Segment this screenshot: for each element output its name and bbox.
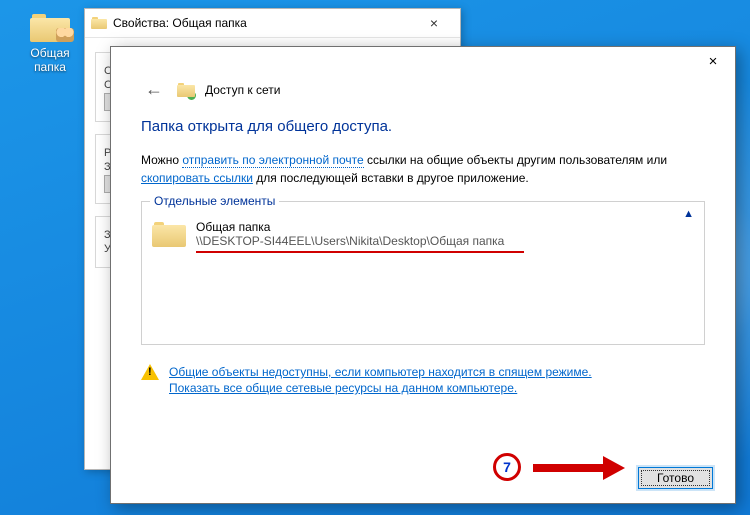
folder-icon (30, 10, 70, 42)
annotation-arrow (533, 464, 603, 472)
sleep-warning-link[interactable]: Общие объекты недоступны, если компьютер… (169, 365, 592, 379)
folder-icon (91, 15, 107, 31)
headline-text: Папка открыта для общего доступа. (141, 118, 705, 135)
desktop-background: Общая папка Свойства: Общая папка × СС Р… (0, 0, 750, 515)
body-prefix: Можно (141, 153, 182, 167)
properties-title: Свойства: Общая папка (113, 16, 414, 30)
body-suffix: для последующей вставки в другое приложе… (253, 171, 529, 185)
dialog-header: ← Доступ к сети (141, 79, 705, 100)
shared-item[interactable]: Общая папка \\DESKTOP-SI44EEL\Users\Niki… (152, 220, 694, 253)
network-access-dialog: × ← Доступ к сети Папка открыта для обще… (110, 46, 736, 504)
email-link[interactable]: отправить по электронной почте (182, 153, 363, 168)
body-text: Можно отправить по электронной почте ссы… (141, 151, 705, 187)
dialog-footer: Готово (638, 467, 713, 489)
close-button[interactable]: × (691, 47, 735, 77)
shared-folder-icon (177, 81, 195, 99)
individual-items-group: Отдельные элементы ▲ Общая папка \\DESKT… (141, 201, 705, 345)
body-mid: ссылки на общие объекты другим пользоват… (364, 153, 667, 167)
warning-icon (141, 364, 159, 380)
dialog-title: Доступ к сети (205, 83, 280, 97)
warning-row: Общие объекты недоступны, если компьютер… (141, 363, 705, 397)
copy-links-link[interactable]: скопировать ссылки (141, 171, 253, 185)
show-all-shares-link[interactable]: Показать все общие сетевые ресурсы на да… (169, 381, 592, 395)
close-icon[interactable]: × (414, 15, 454, 31)
group-legend: Отдельные элементы (150, 194, 279, 208)
folder-icon (152, 220, 186, 248)
item-path: \\DESKTOP-SI44EEL\Users\Nikita\Desktop\О… (196, 234, 524, 248)
dialog-titlebar: × (111, 47, 735, 77)
desktop-folder-shortcut[interactable]: Общая папка (20, 10, 80, 74)
annotation-underline (196, 251, 524, 253)
done-button[interactable]: Готово (638, 467, 713, 489)
annotation-step-badge: 7 (493, 453, 521, 481)
item-name: Общая папка (196, 220, 524, 234)
properties-titlebar[interactable]: Свойства: Общая папка × (85, 9, 460, 38)
back-arrow-icon[interactable]: ← (141, 79, 167, 100)
desktop-icon-label: Общая папка (20, 46, 80, 74)
collapse-icon[interactable]: ▲ (683, 208, 694, 220)
